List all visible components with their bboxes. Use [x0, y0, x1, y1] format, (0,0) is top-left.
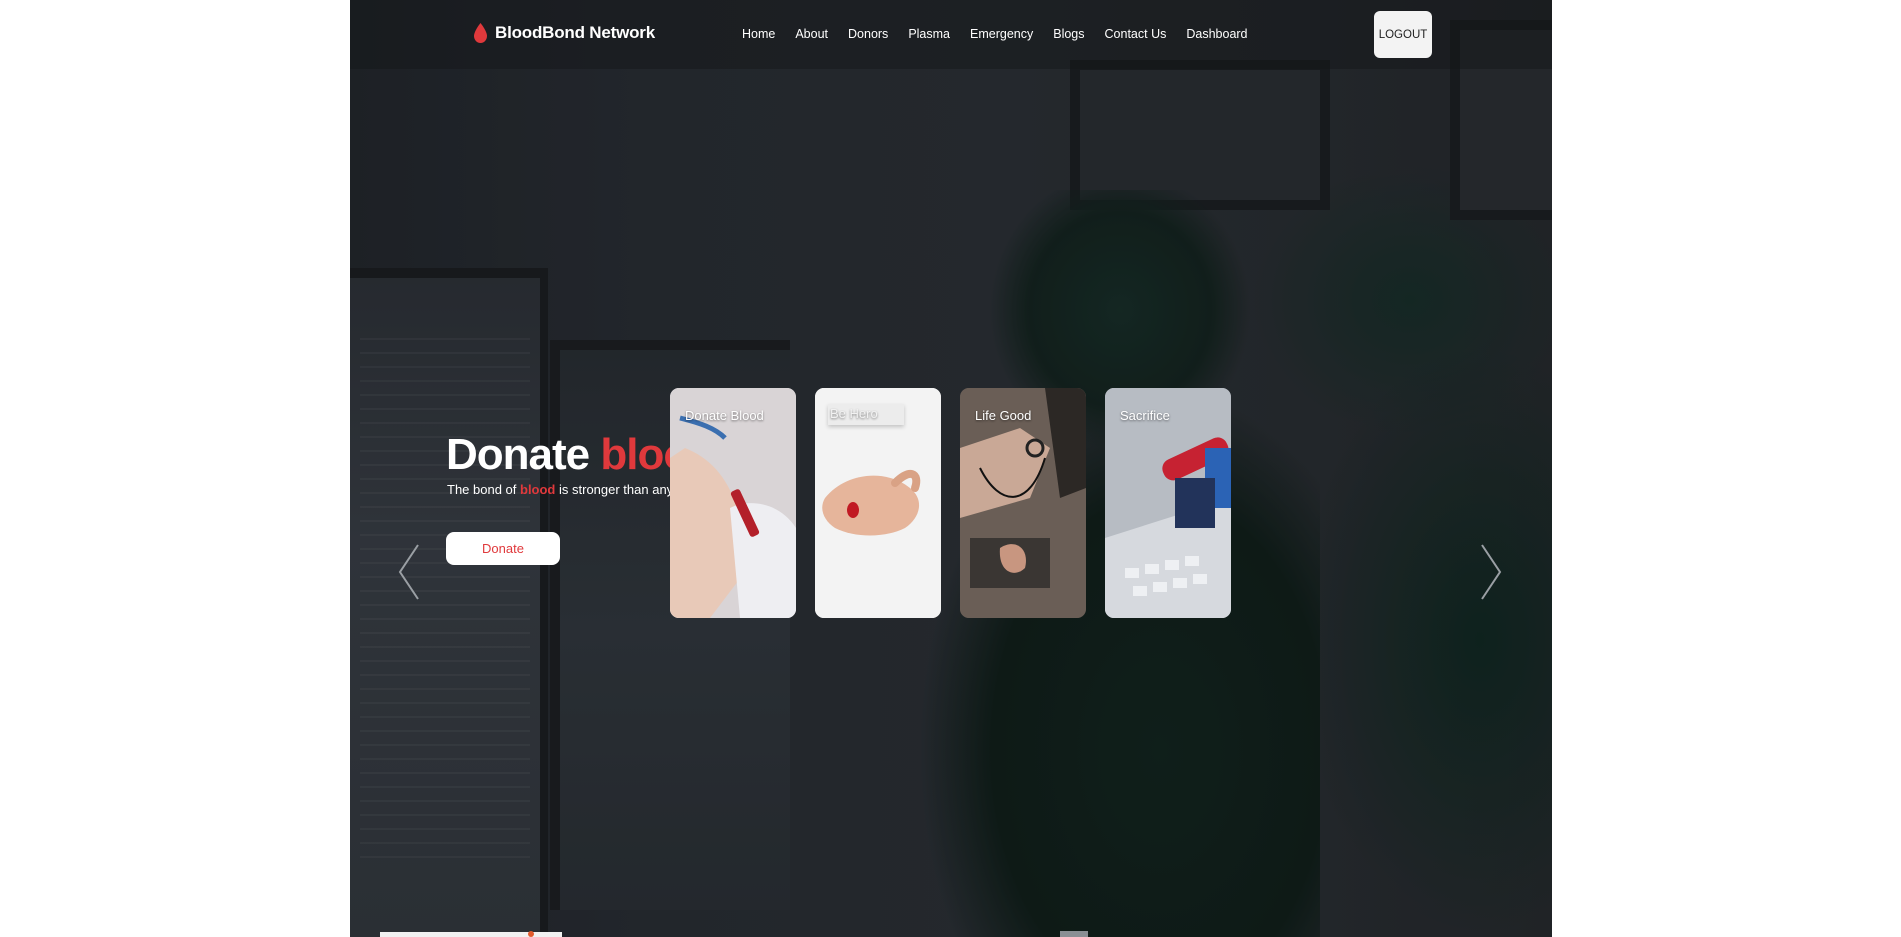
logout-button[interactable]: LOGOUT [1374, 11, 1432, 58]
donate-button[interactable]: Donate [446, 532, 560, 565]
card-donate-blood[interactable]: Donate Blood [670, 388, 796, 618]
nav-about[interactable]: About [795, 27, 828, 41]
card-label: Life Good [975, 408, 1032, 423]
navbar: BloodBond Network Home About Donors Plas… [350, 0, 1552, 69]
chevron-left-icon[interactable] [398, 543, 420, 606]
card-be-hero[interactable]: Be Hero [815, 388, 941, 618]
card-label: Donate Blood [685, 408, 764, 423]
nav-donors[interactable]: Donors [848, 27, 888, 41]
hero-subtitle-accent: blood [520, 482, 556, 497]
hero-section: BloodBond Network Home About Donors Plas… [350, 0, 1552, 937]
hero-subtitle: The bond of blood is stronger than anyth… [447, 482, 705, 497]
next-section-marker [1060, 931, 1088, 937]
card-sacrifice[interactable]: Sacrifice [1105, 388, 1231, 618]
hero-subtitle-before: The bond of [447, 482, 520, 497]
brand-name: BloodBond Network [495, 23, 655, 42]
main-nav: Home About Donors Plasma Emergency Blogs… [742, 27, 1248, 41]
nav-contact-us[interactable]: Contact Us [1105, 27, 1167, 41]
next-section-preview [380, 932, 562, 937]
nav-plasma[interactable]: Plasma [908, 27, 950, 41]
nav-home[interactable]: Home [742, 27, 775, 41]
nav-emergency[interactable]: Emergency [970, 27, 1033, 41]
hero-title-main: Donate [446, 430, 601, 479]
card-life-good[interactable]: Life Good [960, 388, 1086, 618]
nav-dashboard[interactable]: Dashboard [1186, 27, 1247, 41]
brand-logo[interactable]: BloodBond Network [474, 23, 655, 43]
blood-drop-icon [474, 23, 487, 43]
card-label: Sacrifice [1120, 408, 1170, 423]
card-label: Be Hero [828, 404, 904, 425]
nav-blogs[interactable]: Blogs [1053, 27, 1084, 41]
chevron-right-icon[interactable] [1480, 543, 1502, 606]
next-section-accent [528, 931, 534, 937]
